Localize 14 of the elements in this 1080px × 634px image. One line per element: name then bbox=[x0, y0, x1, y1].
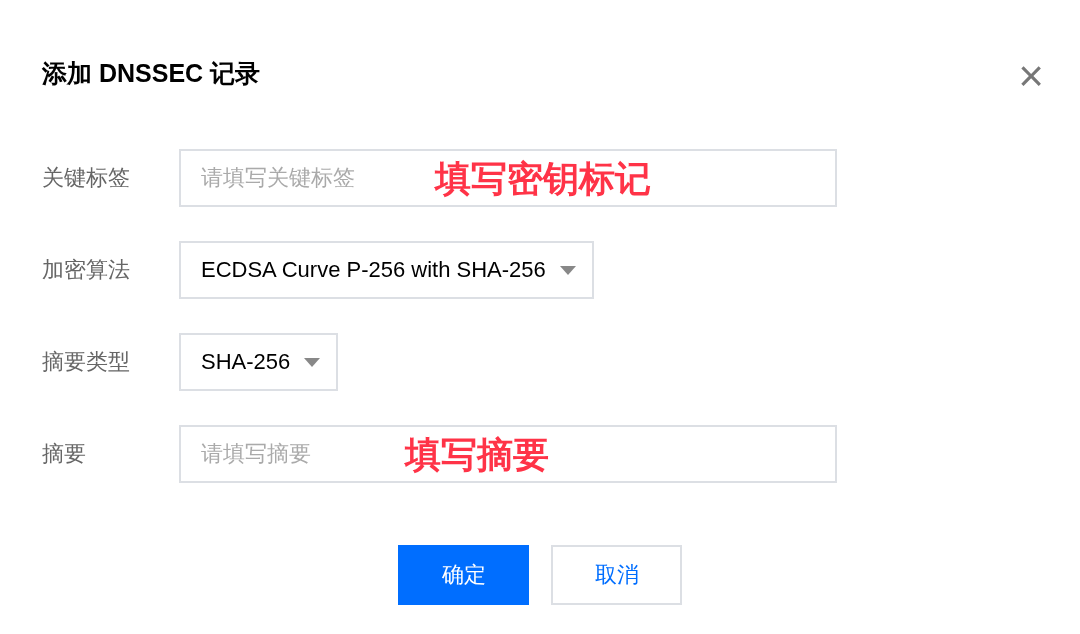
caret-icon bbox=[304, 357, 321, 367]
field-label: 摘要类型 bbox=[42, 348, 131, 376]
field-label: 加密算法 bbox=[42, 256, 131, 284]
caret-icon bbox=[559, 265, 576, 275]
dropdown-field[interactable]: ECDSA Curve P-256 with SHA-256 bbox=[179, 241, 594, 299]
cancel-button[interactable]: 取消 bbox=[551, 545, 682, 605]
confirm-button[interactable]: 确定 bbox=[398, 545, 529, 605]
field-label: 关键标签 bbox=[42, 164, 131, 192]
close-button[interactable]: × bbox=[1018, 54, 1044, 98]
field-label: 摘要 bbox=[42, 440, 87, 468]
annotation-text: 填写密钥标记 bbox=[435, 157, 651, 201]
dialog-title: 添加 DNSSEC 记录 bbox=[42, 57, 261, 89]
dropdown-field[interactable]: SHA-256 bbox=[179, 333, 339, 391]
annotation-text: 填写摘要 bbox=[405, 433, 549, 477]
